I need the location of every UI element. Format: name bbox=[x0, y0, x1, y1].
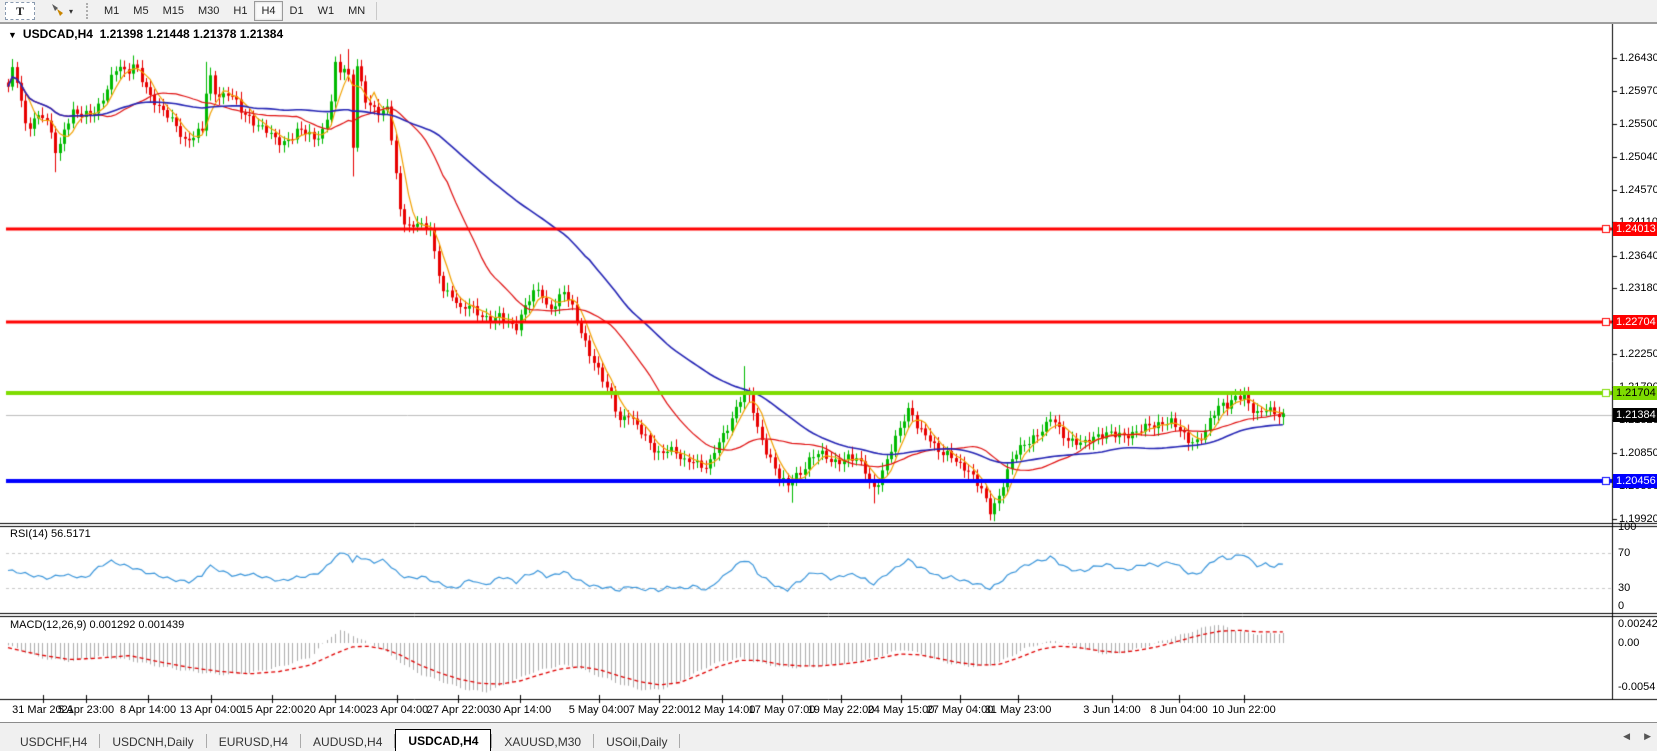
time-axis-label: 7 May 22:00 bbox=[629, 704, 690, 716]
tab-divider bbox=[679, 734, 680, 748]
chart-ohlc-quotes: 1.21398 1.21448 1.21378 1.21384 bbox=[100, 27, 284, 41]
time-axis-label: 8 Apr 14:00 bbox=[120, 704, 176, 716]
timeframe-button-h1[interactable]: H1 bbox=[226, 1, 254, 21]
rsi-axis-tick: 0 bbox=[1618, 600, 1624, 612]
rsi-pane-label: RSI(14) 56.5171 bbox=[10, 528, 91, 540]
time-axis-label: 24 May 15:00 bbox=[868, 704, 935, 716]
price-axis-tick: 1.22250 bbox=[1619, 348, 1657, 360]
price-axis-tick: 1.20850 bbox=[1619, 447, 1657, 459]
macd-pane-label: MACD(12,26,9) 0.001292 0.001439 bbox=[10, 619, 184, 631]
time-axis-label: 27 Apr 22:00 bbox=[427, 704, 489, 716]
price-axis-tick: 1.25970 bbox=[1619, 85, 1657, 97]
tab-scroll-left-icon[interactable]: ◀ bbox=[1623, 731, 1630, 742]
price-axis-tick: 1.26430 bbox=[1619, 52, 1657, 64]
timeframe-button-m5[interactable]: M5 bbox=[126, 1, 155, 21]
price-chart-canvas[interactable] bbox=[0, 24, 1657, 722]
time-axis-label: 8 Jun 04:00 bbox=[1150, 704, 1208, 716]
chart-tab-audusd[interactable]: AUDUSD,H4 bbox=[301, 731, 394, 751]
timeframe-button-mn[interactable]: MN bbox=[341, 1, 372, 21]
time-axis-label: 20 Apr 14:00 bbox=[304, 704, 366, 716]
resistance-line-2-price-label: 1.22704 bbox=[1613, 315, 1657, 329]
price-axis-tick: 1.24570 bbox=[1619, 184, 1657, 196]
timeframe-button-h4[interactable]: H4 bbox=[254, 1, 282, 21]
tab-scroll-right-icon[interactable]: ▶ bbox=[1644, 731, 1651, 742]
chart-tab-usdchf[interactable]: USDCHF,H4 bbox=[8, 731, 99, 751]
support-line-blue-price-label: 1.20456 bbox=[1613, 474, 1657, 488]
rsi-axis-tick: 70 bbox=[1618, 547, 1630, 559]
chart-tab-usdcad[interactable]: USDCAD,H4 bbox=[395, 729, 491, 751]
resistance-line-1-price-label: 1.24013 bbox=[1613, 222, 1657, 236]
green-level-line-price-label: 1.21704 bbox=[1613, 386, 1657, 400]
text-tool-icon[interactable]: T bbox=[5, 2, 35, 20]
timeframe-button-m15[interactable]: M15 bbox=[156, 1, 191, 21]
chart-tab-usdcnh[interactable]: USDCNH,Daily bbox=[100, 731, 205, 751]
mt4-terminal: T ▾ M1M5M15M30H1H4D1W1MN ▼ USDCAD,H4 1.21… bbox=[0, 0, 1657, 751]
time-axis-label: 5 May 04:00 bbox=[569, 704, 630, 716]
timeframe-button-w1[interactable]: W1 bbox=[311, 1, 342, 21]
top-toolbar: T ▾ M1M5M15M30H1H4D1W1MN bbox=[0, 0, 1657, 24]
time-axis-label: 5 Apr 23:00 bbox=[58, 704, 114, 716]
time-axis-label: 12 May 14:00 bbox=[689, 704, 756, 716]
current-price-label: 1.21384 bbox=[1613, 408, 1657, 422]
toolbar-separator bbox=[376, 2, 377, 20]
rsi-axis-tick: 100 bbox=[1618, 521, 1636, 533]
chevron-down-icon: ▾ bbox=[69, 7, 73, 16]
chart-symbol-timeframe: USDCAD,H4 bbox=[23, 27, 93, 41]
timeframe-button-m1[interactable]: M1 bbox=[97, 1, 126, 21]
collapse-triangle-icon[interactable]: ▼ bbox=[8, 30, 17, 40]
timeframe-button-m30[interactable]: M30 bbox=[191, 1, 226, 21]
arrows-tool-button[interactable]: ▾ bbox=[46, 2, 77, 20]
arrows-tool-icon bbox=[50, 3, 65, 20]
price-axis-tick: 1.25500 bbox=[1619, 118, 1657, 130]
macd-axis-tick: -0.0054 bbox=[1618, 681, 1655, 693]
macd-axis-tick: 0.002429 bbox=[1618, 618, 1657, 630]
chart-tab-eurusd[interactable]: EURUSD,H4 bbox=[207, 731, 300, 751]
price-axis-tick: 1.25040 bbox=[1619, 151, 1657, 163]
time-axis-label: 31 May 23:00 bbox=[985, 704, 1052, 716]
time-axis-label: 10 Jun 22:00 bbox=[1212, 704, 1276, 716]
rsi-axis-tick: 30 bbox=[1618, 582, 1630, 594]
chart-tab-bar: USDCHF,H4USDCNH,DailyEURUSD,H4AUDUSD,H4U… bbox=[0, 722, 1657, 751]
time-axis-label: 13 Apr 04:00 bbox=[180, 704, 242, 716]
time-axis-label: 15 Apr 22:00 bbox=[241, 704, 303, 716]
chart-title: ▼ USDCAD,H4 1.21398 1.21448 1.21378 1.213… bbox=[8, 27, 283, 41]
time-axis-label: 23 Apr 04:00 bbox=[366, 704, 428, 716]
price-axis-tick: 1.23180 bbox=[1619, 282, 1657, 294]
time-axis-label: 30 Apr 14:00 bbox=[489, 704, 551, 716]
time-axis-label: 19 May 22:00 bbox=[808, 704, 875, 716]
time-axis-label: 17 May 07:00 bbox=[749, 704, 816, 716]
timeframe-button-d1[interactable]: D1 bbox=[283, 1, 311, 21]
time-axis-label: 27 May 04:00 bbox=[927, 704, 994, 716]
time-axis-label: 3 Jun 14:00 bbox=[1083, 704, 1141, 716]
price-axis-tick: 1.23640 bbox=[1619, 250, 1657, 262]
chart-tab-xauusd[interactable]: XAUUSD,M30 bbox=[492, 731, 593, 751]
macd-axis-tick: 0.00 bbox=[1618, 637, 1639, 649]
toolbar-grip[interactable] bbox=[86, 3, 92, 19]
timeframe-group: M1M5M15M30H1H4D1W1MN bbox=[97, 1, 372, 21]
chart-tab-usoil[interactable]: USOil,Daily bbox=[594, 731, 679, 751]
